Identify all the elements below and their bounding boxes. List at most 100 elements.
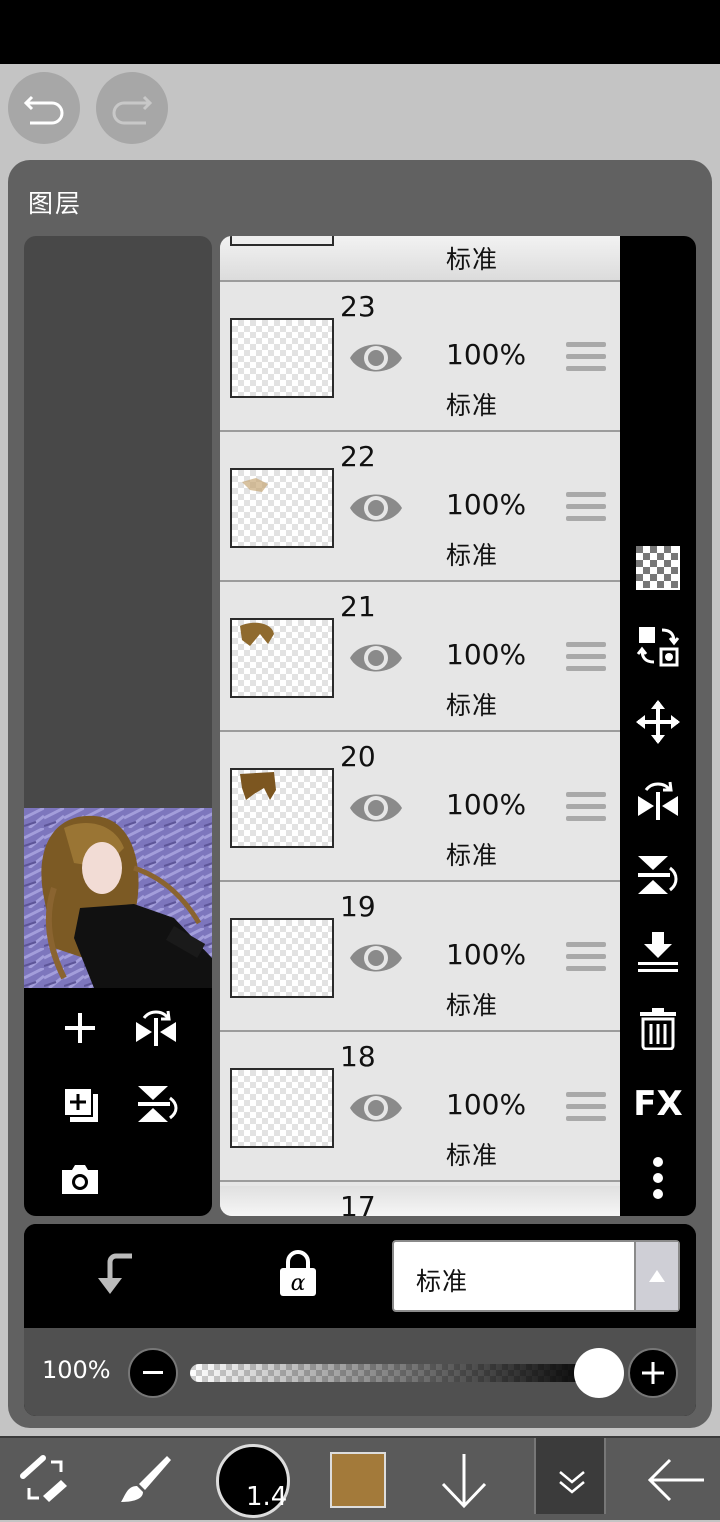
layer-row[interactable]: 21 100% 标准 bbox=[220, 584, 620, 732]
flip-vertical-icon bbox=[638, 856, 678, 894]
delete-icon bbox=[640, 1008, 676, 1050]
layer-mode: 标准 bbox=[446, 991, 499, 1020]
eye-icon[interactable] bbox=[348, 636, 404, 680]
layer-opacity: 100% bbox=[446, 488, 527, 521]
layer-opacity: 100% bbox=[446, 938, 527, 971]
layer-mode: 标准 bbox=[446, 391, 499, 420]
brush-icon bbox=[121, 1456, 171, 1502]
drag-handle-icon[interactable] bbox=[566, 492, 606, 528]
drag-handle-icon[interactable] bbox=[566, 792, 606, 828]
flip-vertical-button[interactable] bbox=[630, 848, 686, 904]
color-swatch[interactable] bbox=[330, 1452, 386, 1508]
swap-icon bbox=[636, 627, 680, 667]
blend-mode-select[interactable]: 标准 bbox=[392, 1240, 680, 1312]
back-arrow-icon bbox=[647, 1458, 704, 1502]
layer-number: 20 bbox=[340, 740, 376, 773]
redo-button[interactable] bbox=[96, 72, 168, 144]
flip-vertical-icon bbox=[138, 1086, 178, 1122]
eye-icon[interactable] bbox=[348, 1086, 404, 1130]
undo-icon bbox=[23, 95, 64, 125]
layer-mode: 标准 bbox=[446, 245, 499, 274]
layer-row-partial[interactable]: 标准 bbox=[220, 236, 620, 282]
opacity-slider[interactable] bbox=[190, 1364, 602, 1382]
checkerboard-icon bbox=[636, 546, 680, 590]
more-icon bbox=[653, 1157, 663, 1199]
arrow-down-icon bbox=[441, 1454, 487, 1509]
drag-handle-icon[interactable] bbox=[566, 1092, 606, 1128]
camera-icon bbox=[62, 1165, 98, 1194]
drag-handle-icon[interactable] bbox=[566, 642, 606, 678]
add-layer-icon bbox=[65, 1013, 95, 1043]
layer-thumbnail bbox=[230, 1068, 334, 1148]
layer-row[interactable]: 18 100% 标准 bbox=[220, 1034, 620, 1182]
back-button[interactable] bbox=[640, 1438, 712, 1522]
flip-horizontal-button[interactable] bbox=[630, 772, 686, 828]
swap-layer-button[interactable] bbox=[630, 618, 686, 674]
canvas-thumbnail[interactable] bbox=[24, 808, 212, 988]
layer-thumbnail bbox=[230, 618, 334, 698]
flip-vertical-button[interactable] bbox=[128, 1076, 184, 1132]
alpha-lock-button[interactable]: α bbox=[276, 1250, 320, 1302]
layer-number: 22 bbox=[340, 440, 376, 473]
move-button[interactable] bbox=[630, 694, 686, 750]
brush-tool-button[interactable] bbox=[110, 1438, 180, 1522]
undo-button[interactable] bbox=[8, 72, 80, 144]
layer-number: 23 bbox=[340, 290, 376, 323]
layer-row[interactable]: 19 100% 标准 bbox=[220, 884, 620, 1032]
minus-icon bbox=[143, 1371, 163, 1374]
delete-layer-button[interactable] bbox=[630, 1000, 686, 1056]
layer-row[interactable]: 23 100% 标准 bbox=[220, 284, 620, 432]
drag-handle-icon[interactable] bbox=[566, 942, 606, 978]
layer-thumbnail bbox=[230, 318, 334, 398]
transform-tool-button[interactable] bbox=[10, 1438, 80, 1522]
chevron-up-icon[interactable] bbox=[634, 1242, 678, 1310]
drag-handle-icon[interactable] bbox=[566, 342, 606, 378]
layer-down-button[interactable] bbox=[432, 1438, 496, 1522]
svg-text:α: α bbox=[291, 1271, 306, 1296]
layer-number: 18 bbox=[340, 1040, 376, 1073]
layer-row-partial[interactable]: 17 bbox=[220, 1186, 620, 1216]
layer-mode: 标准 bbox=[446, 691, 499, 720]
fx-button[interactable]: FX bbox=[630, 1076, 686, 1132]
alpha-lock-icon: α bbox=[280, 1250, 316, 1296]
layer-number: 19 bbox=[340, 890, 376, 923]
merge-down-button[interactable] bbox=[630, 924, 686, 980]
layers-tab-button[interactable] bbox=[534, 1438, 606, 1514]
transparency-button[interactable] bbox=[630, 540, 686, 596]
layer-mode: 标准 bbox=[446, 541, 499, 570]
layer-row[interactable]: 20 100% 标准 bbox=[220, 734, 620, 882]
layer-opacity: 100% bbox=[446, 638, 527, 671]
opacity-increase-button[interactable] bbox=[628, 1348, 678, 1398]
opacity-decrease-button[interactable] bbox=[128, 1348, 178, 1398]
eye-icon[interactable] bbox=[348, 936, 404, 980]
eye-icon[interactable] bbox=[348, 486, 404, 530]
canvas-preview-area bbox=[24, 236, 212, 1216]
layer-list[interactable]: 标准 23 100% 标准 22 100% 标准 21 100% 标准 20 1… bbox=[220, 236, 620, 1216]
more-button[interactable] bbox=[630, 1150, 686, 1206]
add-layer-button[interactable] bbox=[52, 1000, 108, 1056]
layer-number: 21 bbox=[340, 590, 376, 623]
flip-horizontal-button[interactable] bbox=[128, 1000, 184, 1056]
clipping-button[interactable] bbox=[96, 1252, 136, 1300]
panel-title: 图层 bbox=[28, 189, 83, 218]
layer-mode: 标准 bbox=[446, 1141, 499, 1170]
transform-icon bbox=[20, 1455, 67, 1502]
eye-icon[interactable] bbox=[348, 786, 404, 830]
merge-down-icon bbox=[638, 932, 678, 972]
redo-icon bbox=[112, 95, 153, 125]
layer-thumbnail bbox=[230, 918, 334, 998]
layer-opacity: 100% bbox=[446, 1088, 527, 1121]
layer-row[interactable]: 22 100% 标准 bbox=[220, 434, 620, 582]
layer-opacity: 100% bbox=[446, 788, 527, 821]
eye-icon[interactable] bbox=[348, 336, 404, 380]
layer-mode: 标准 bbox=[446, 841, 499, 870]
plus-icon bbox=[642, 1362, 664, 1384]
brush-size-value: 1.4 bbox=[246, 1482, 288, 1512]
opacity-slider-knob[interactable] bbox=[574, 1348, 624, 1398]
flip-horizontal-icon bbox=[136, 1010, 176, 1046]
blend-mode-value: 标准 bbox=[416, 1267, 469, 1296]
duplicate-layer-button[interactable] bbox=[52, 1076, 108, 1132]
move-icon bbox=[636, 700, 680, 744]
camera-button[interactable] bbox=[52, 1152, 108, 1208]
layer-thumbnail bbox=[230, 468, 334, 548]
